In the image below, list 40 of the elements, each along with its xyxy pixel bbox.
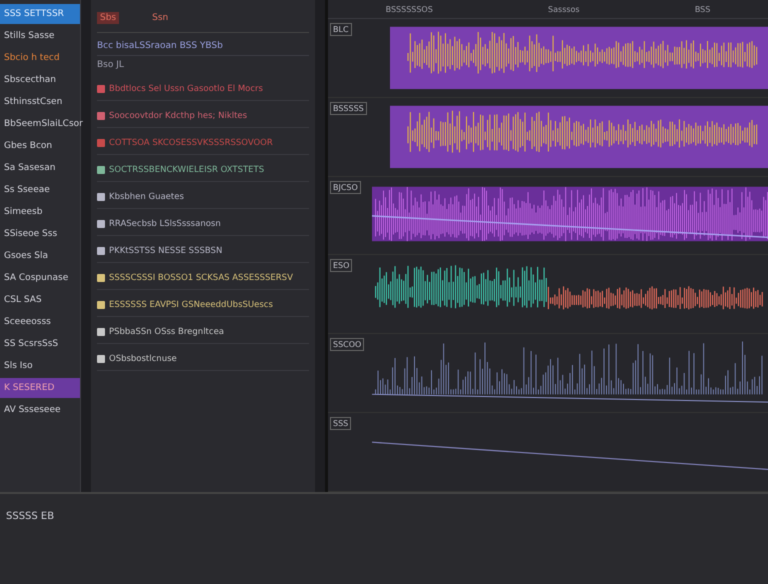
track-label: SSS [330,417,352,430]
sidebar-item[interactable]: AV Ssseseee [0,400,80,420]
sidebar-item[interactable]: SSS SETTSSR [0,4,80,24]
track-label: ESO [330,259,352,272]
sidebar-item[interactable]: Gbes Bcon [0,136,80,156]
panel-tab[interactable]: Ssn [149,12,172,24]
sidebar-item[interactable]: Stills Sasse [0,26,80,46]
ruler-label: BSS [694,4,710,14]
list-item[interactable]: RRASecbsb LSlsSsssanosn [109,219,221,229]
list-item[interactable]: PKKtSSTSS NESSE SSSBSN [109,246,222,256]
ruler-label: BSSSSSSOS [386,4,433,14]
footer-label: SSSSS EB [6,511,54,522]
sidebar-item[interactable]: Sbcio h tecd [0,48,80,68]
sidebar-item[interactable]: SA Cospunase [0,268,80,288]
track-label: BJCSO [330,180,361,194]
ruler-label: Sasssos [548,4,580,14]
sidebar-item[interactable]: K SESERED [0,378,80,398]
sidebar-item[interactable]: SSiseoe Sss [0,224,80,244]
sidebar-item[interactable]: Simeesb [0,202,80,222]
list-item[interactable]: SSSSCSSSI BOSSO1 SCKSAS ASSESSSERSV [109,273,293,283]
track-label: SSCOO [330,338,364,352]
sidebar-item[interactable]: Sceeeosss [0,312,80,332]
list-item[interactable]: SOCTRSSBENCKWIELEISR OXTSTETS [109,165,264,175]
list-item[interactable]: OSbsbostlcnuse [109,354,177,364]
sidebar-item[interactable]: SthinsstCsen [0,92,80,112]
sidebar-item[interactable]: Gsoes Sla [0,246,80,266]
sidebar-item[interactable]: CSL SAS [0,290,80,310]
sidebar-item[interactable]: Sa Sasesan [0,158,80,178]
sidebar-item[interactable]: Ss Sseeae [0,180,80,200]
list-item[interactable]: PSbbaSSn OSss Bregnltcea [109,327,224,337]
track-label: BSSSSS [330,102,367,115]
sidebar-item[interactable]: SS ScsrsSsS [0,334,80,354]
sidebar-item[interactable]: Sls Iso [0,356,80,376]
list-header: Bcc bisaLSSraoan BSS YBSb [97,37,309,56]
list-item[interactable]: Soocoovtdor Kdcthp hes; Nikltes [109,111,248,121]
sidebar-item[interactable]: Sbscecthan [0,70,80,90]
list-item[interactable]: ESSSSSS EAVPSI GSNeeeddUbsSUescs [109,300,273,310]
list-subheader: Bso JL [97,60,125,72]
list-item[interactable]: Kbsbhen Guaetes [109,192,184,202]
track-label: BLC [330,23,352,36]
